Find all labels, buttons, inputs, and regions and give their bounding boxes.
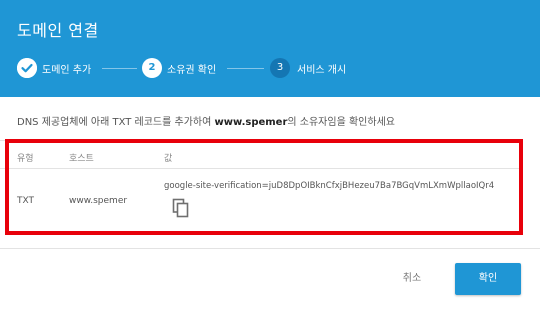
step-connector-2	[227, 68, 264, 69]
step-3-number: 3	[270, 58, 290, 78]
footer-divider	[0, 248, 540, 249]
step-2-number: 2	[142, 58, 162, 78]
instruction-domain: www.spemer	[214, 117, 288, 128]
dialog-header: 도메인 연결 도메인 추가 2 소유권 확인 3 서비스 개시	[0, 0, 540, 97]
dialog-title: 도메인 연결	[17, 21, 99, 40]
stepper: 도메인 추가 2 소유권 확인 3 서비스 개시	[0, 57, 540, 81]
step-1-label: 도메인 추가	[42, 65, 92, 76]
instruction-prefix: DNS 제공업체에 아래 TXT 레코드를 추가하여	[17, 117, 215, 128]
instruction-suffix: 의 소유자임을 확인하세요	[287, 117, 395, 128]
txt-record-highlight-box	[5, 139, 523, 235]
step-2-label: 소유권 확인	[167, 65, 217, 76]
step-3-label: 서비스 개시	[297, 65, 347, 76]
instruction-text: DNS 제공업체에 아래 TXT 레코드를 추가하여 www.spemer의 소…	[17, 113, 395, 128]
cancel-button[interactable]: 취소	[392, 268, 432, 290]
check-icon	[17, 58, 37, 78]
step-1-check-icon	[17, 58, 37, 78]
confirm-button[interactable]: 확인	[455, 263, 521, 295]
domain-connect-dialog: 도메인 연결 도메인 추가 2 소유권 확인 3 서비스 개시 DNS 제공업체…	[0, 0, 540, 315]
step-connector-1	[102, 68, 137, 69]
